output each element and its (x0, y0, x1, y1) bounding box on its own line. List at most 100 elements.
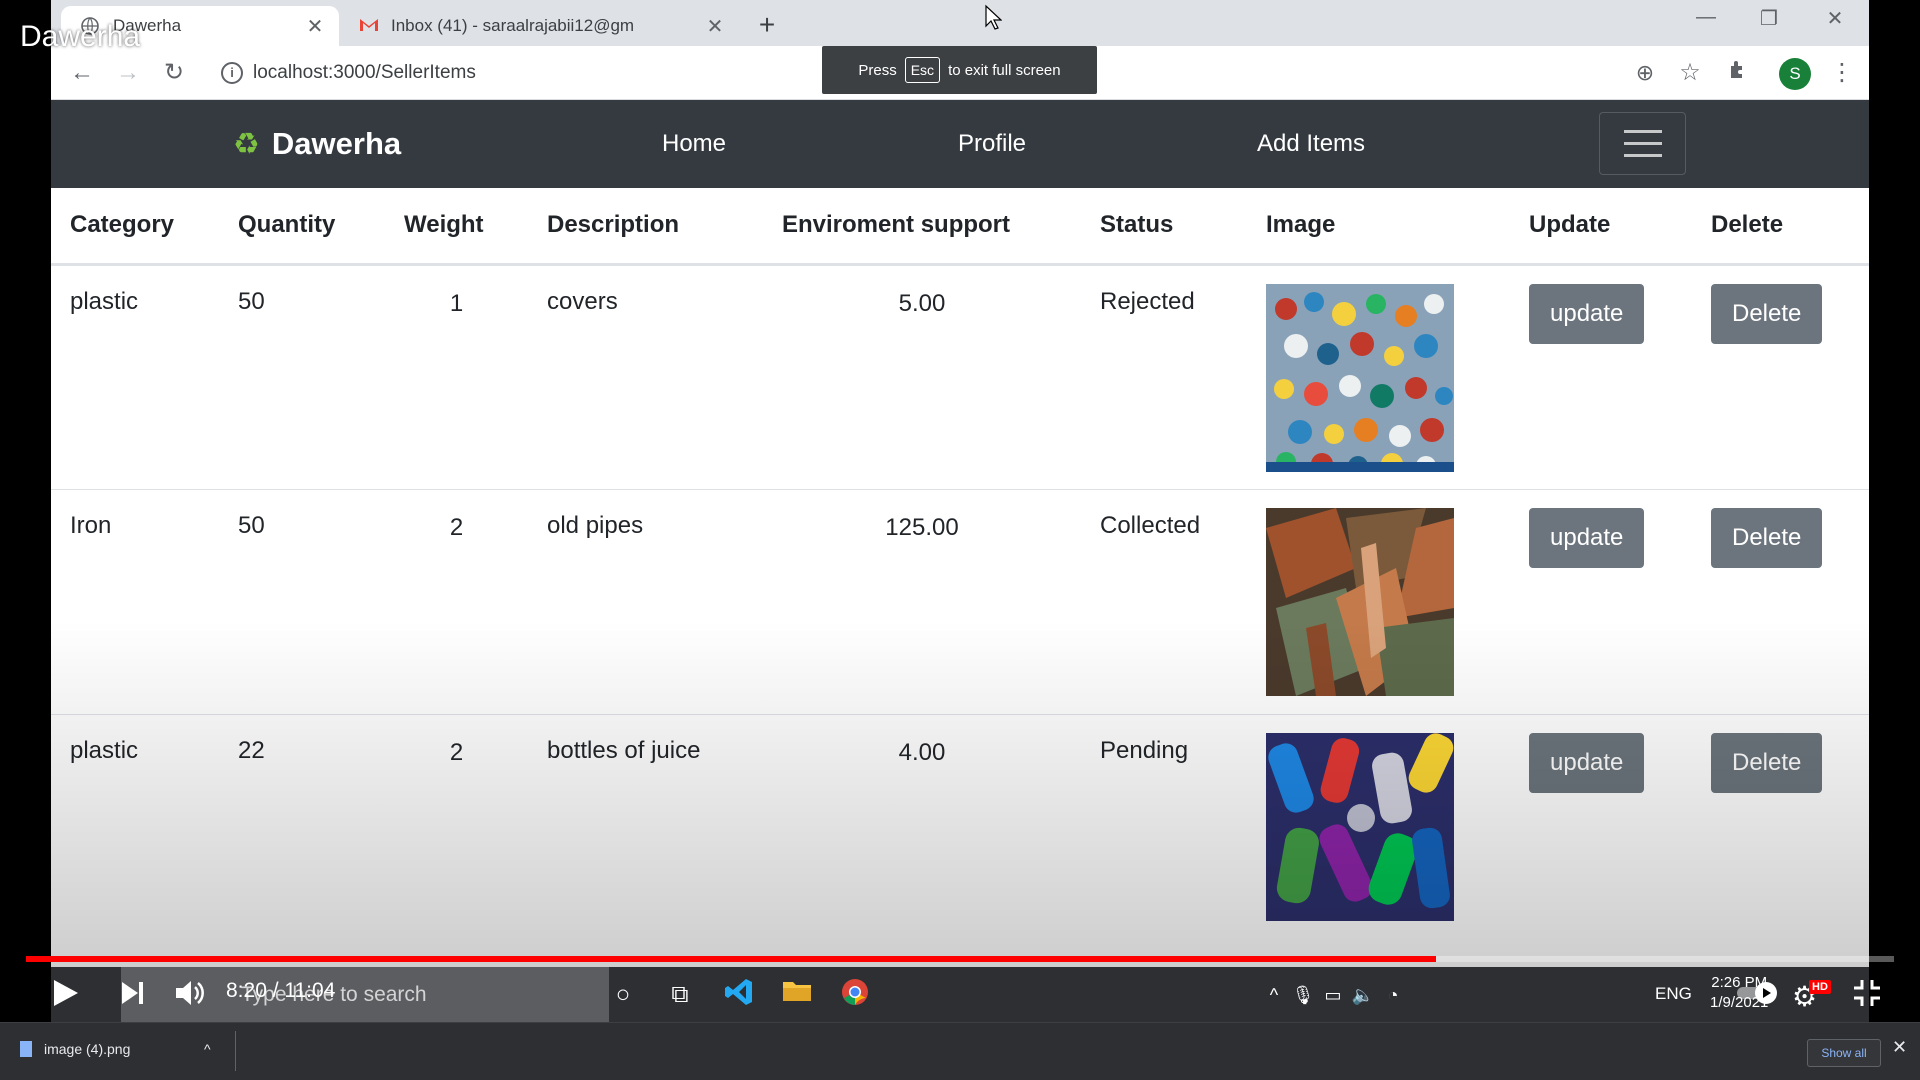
cell-update: update (1510, 263, 1692, 489)
url-text: localhost:3000/SellerItems (253, 62, 476, 83)
video-title[interactable]: Dawerha (20, 20, 140, 54)
item-image (1266, 283, 1454, 472)
tab-inbox[interactable]: Inbox (41) - saraalrajabii12@gm ✕ (339, 6, 739, 46)
fullscreen-toast: Press Esc to exit full screen (822, 46, 1097, 94)
show-all-button[interactable]: Show all (1807, 1039, 1881, 1067)
cell-update: update (1510, 713, 1692, 939)
cell-category: plastic (51, 263, 219, 489)
download-item[interactable]: image (4).png (20, 1041, 130, 1057)
cell-weight: 2 (385, 488, 528, 714)
delete-button[interactable]: Delete (1711, 507, 1823, 568)
vscode-icon[interactable] (719, 977, 759, 1013)
nav-profile[interactable]: Profile (958, 130, 1026, 158)
menu-toggle-button[interactable] (1599, 112, 1686, 175)
cell-image (1247, 713, 1510, 939)
cell-description: bottles of juice (528, 713, 763, 939)
update-button[interactable]: update (1529, 507, 1645, 568)
cell-delete: Delete (1692, 263, 1869, 489)
update-button[interactable]: update (1529, 732, 1645, 793)
exit-fullscreen-icon[interactable] (1852, 978, 1882, 1013)
nav-add-items[interactable]: Add Items (1257, 130, 1365, 158)
task-view-icon[interactable]: ⧉ (660, 977, 700, 1013)
header-category: Category (51, 188, 219, 266)
download-options-chevron-icon[interactable]: ^ (204, 1041, 211, 1057)
site-info-icon[interactable]: i (221, 62, 243, 84)
new-tab-button[interactable]: + (751, 10, 783, 42)
cell-quantity: 50 (219, 488, 385, 714)
reload-icon[interactable]: ↻ (159, 58, 189, 88)
browser-window: Dawerha ✕ Inbox (41) - saraalrajabii12@g… (51, 0, 1869, 1010)
file-explorer-icon[interactable] (777, 977, 817, 1013)
tab-title: Inbox (41) - saraalrajabii12@gm (391, 16, 635, 35)
cell-description: covers (528, 263, 763, 489)
header-quantity: Quantity (219, 188, 385, 266)
header-image: Image (1247, 188, 1510, 266)
header-weight: Weight (385, 188, 528, 266)
seller-items-table: Category Quantity Weight Description Env… (51, 188, 1869, 939)
cell-weight: 1 (385, 263, 528, 489)
recycle-icon: ♻ (233, 127, 260, 161)
item-image (1266, 507, 1454, 696)
hamburger-line (1623, 154, 1662, 157)
extensions-icon[interactable] (1723, 58, 1753, 88)
nav-home[interactable]: Home (662, 130, 726, 158)
video-progress-bar[interactable] (26, 956, 1894, 962)
delete-button[interactable]: Delete (1711, 732, 1823, 793)
mouse-cursor-icon (984, 4, 1003, 35)
cell-env-support: 5.00 (763, 263, 1081, 489)
hamburger-line (1623, 142, 1662, 145)
header-description: Description (528, 188, 763, 266)
update-button[interactable]: update (1529, 283, 1645, 344)
forward-icon[interactable]: → (113, 58, 143, 88)
close-tab-icon[interactable]: ✕ (703, 14, 727, 39)
cell-delete: Delete (1692, 488, 1869, 714)
cell-category: Iron (51, 488, 219, 714)
tab-strip: Dawerha ✕ Inbox (41) - saraalrajabii12@g… (51, 0, 1869, 46)
cell-status: Collected (1081, 488, 1247, 714)
shelf-divider (235, 1031, 236, 1071)
profile-avatar[interactable]: S (1779, 58, 1811, 90)
minimize-icon[interactable]: — (1682, 6, 1730, 36)
cell-env-support: 4.00 (763, 713, 1081, 939)
restore-icon[interactable]: ❐ (1745, 6, 1793, 36)
cell-category: plastic (51, 713, 219, 939)
cell-weight: 2 (385, 713, 528, 939)
close-shelf-icon[interactable]: ✕ (1892, 1037, 1907, 1058)
cell-status: Pending (1081, 713, 1247, 939)
table-row: Iron 50 2 old pipes 125.00 Collected upd… (51, 488, 1869, 714)
app-navbar: ♻ Dawerha Home Profile Add Items (51, 100, 1869, 188)
cell-description: old pipes (528, 488, 763, 714)
play-icon[interactable] (52, 978, 80, 1013)
next-video-icon[interactable] (120, 980, 144, 1011)
esc-key: Esc (904, 57, 941, 83)
cell-update: update (1510, 488, 1692, 714)
back-icon[interactable]: ← (67, 58, 97, 88)
toast-text-after: to exit full screen (948, 61, 1061, 79)
bookmark-star-icon[interactable]: ☆ (1675, 58, 1705, 88)
header-status: Status (1081, 188, 1247, 266)
cell-delete: Delete (1692, 713, 1869, 939)
zoom-icon[interactable]: ⊕ (1630, 58, 1660, 88)
table-row: plastic 50 1 covers 5.00 Rejected update… (51, 263, 1869, 489)
volume-icon[interactable] (174, 978, 206, 1013)
video-time: 8:20 / 11:04 (226, 979, 336, 1002)
gmail-icon (359, 17, 378, 35)
video-frame[interactable]: Dawerha ✕ Inbox (41) - saraalrajabii12@g… (0, 0, 1920, 1080)
item-image (1266, 732, 1454, 921)
delete-button[interactable]: Delete (1711, 283, 1823, 344)
hd-badge: HD (1809, 980, 1831, 994)
cortana-icon[interactable]: ○ (603, 977, 643, 1013)
wifi-icon[interactable]: ◔ (1373, 977, 1413, 1013)
browser-menu-icon[interactable]: ⋮ (1827, 58, 1857, 88)
download-filename: image (4).png (44, 1041, 131, 1057)
table-header-row: Category Quantity Weight Description Env… (51, 188, 1869, 266)
table-row: plastic 22 2 bottles of juice 4.00 Pendi… (51, 713, 1869, 939)
header-delete: Delete (1692, 188, 1869, 266)
brand[interactable]: ♻ Dawerha (233, 126, 401, 162)
chrome-icon[interactable] (835, 977, 875, 1013)
autoplay-toggle[interactable] (1736, 980, 1780, 1011)
tray-language[interactable]: ENG (1655, 984, 1692, 1004)
close-window-icon[interactable]: ✕ (1811, 6, 1859, 36)
close-tab-icon[interactable]: ✕ (303, 14, 327, 39)
cell-image (1247, 488, 1510, 714)
